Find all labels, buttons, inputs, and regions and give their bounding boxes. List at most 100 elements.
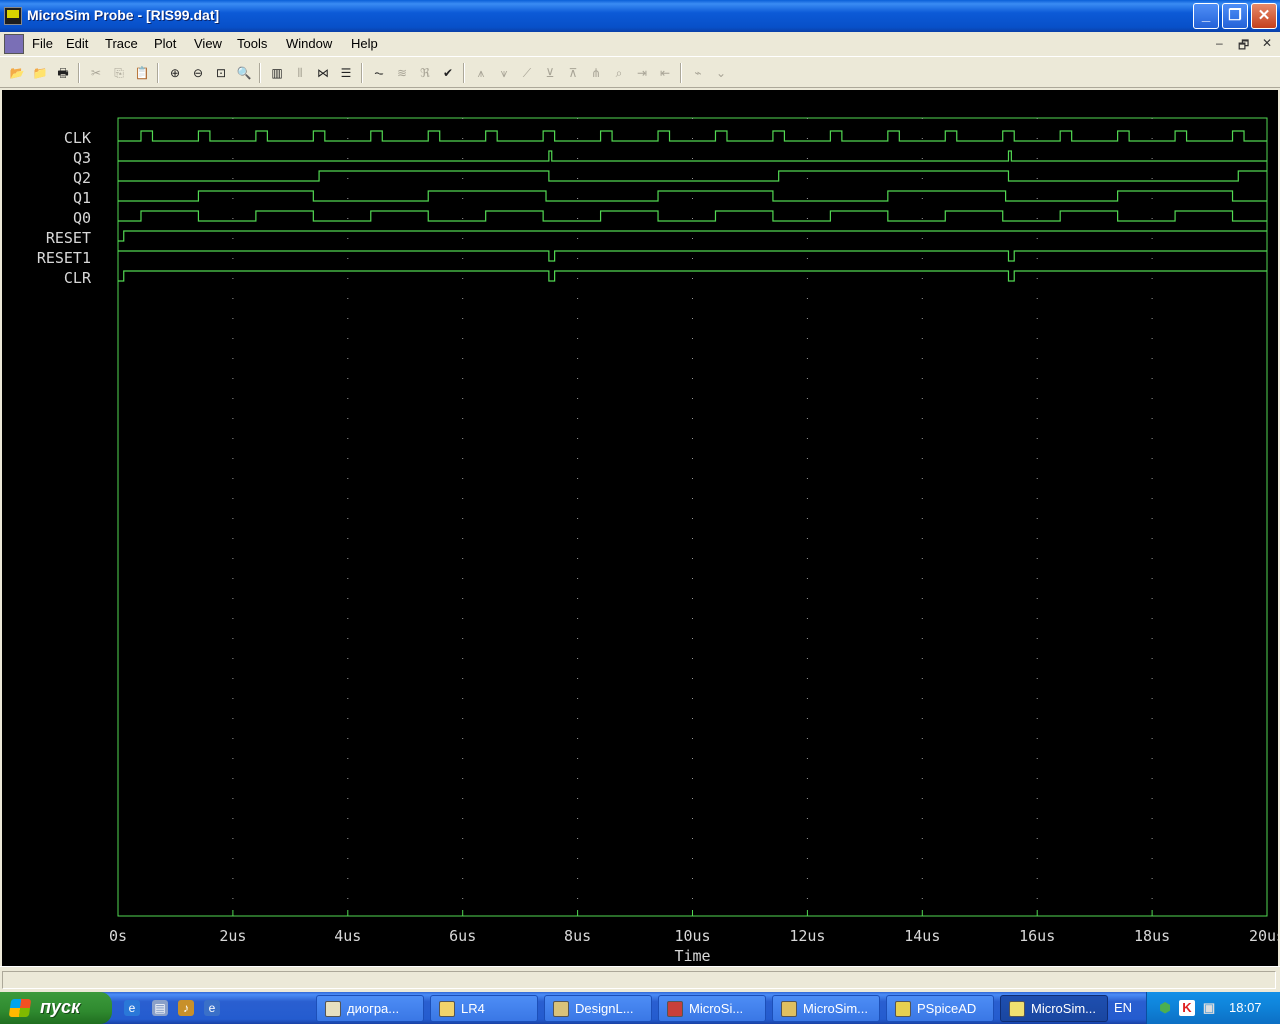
internet-explorer-icon[interactable]: e	[124, 1000, 140, 1016]
maximize-button[interactable]: ❐	[1222, 3, 1248, 29]
menu-view[interactable]: View	[194, 36, 222, 51]
append-file-icon[interactable]: 📁	[29, 63, 51, 83]
network-tray-icon[interactable]: ⬢	[1157, 1000, 1173, 1016]
menu-help[interactable]: Help	[351, 36, 378, 51]
toolbar: 📂 📁 🖶 ✂ ⎘ 📋 ⊕ ⊖ ⊡ 🔍 ▥ ⫴ ⋈ ☰ ⏦ ≋ ℜ ✔ ⩚ ⩛ ⟋ ⊻ ⊼ ⋔ ⌕ ⇥ ⇤ ⌁ ⌄	[0, 56, 1280, 88]
toolbar-separator	[157, 63, 159, 83]
start-button[interactable]: пуск	[0, 992, 112, 1024]
toolbar-separator	[259, 63, 261, 83]
cursor-next-transition-icon[interactable]: ⇥	[631, 63, 653, 83]
paste-icon[interactable]: 📋	[131, 63, 153, 83]
cursor-peak-icon[interactable]: ⩚	[470, 63, 492, 83]
show-desktop-icon[interactable]: ▤	[152, 1000, 168, 1016]
fourier-icon[interactable]: ⫴	[289, 63, 311, 83]
kaspersky-tray-icon[interactable]: K	[1179, 1000, 1195, 1016]
signal-trace	[118, 230, 1267, 242]
print-icon[interactable]: 🖶	[52, 63, 74, 83]
mdi-restore-button[interactable]: 🗗	[1238, 36, 1249, 57]
signal-label: CLR	[64, 269, 92, 287]
axis-settings-icon[interactable]: ☰	[335, 63, 357, 83]
cursor-min-icon[interactable]: ⊻	[539, 63, 561, 83]
taskbar-button-label: DesignL...	[575, 1001, 634, 1016]
probe-app-icon[interactable]	[4, 7, 22, 25]
taskbar-button[interactable]: MicroSim...	[772, 995, 880, 1022]
title-bar[interactable]: MicroSim Probe - [RIS99.dat] _ ❐ ✕	[0, 0, 1280, 32]
status-field	[2, 971, 1276, 989]
system-tray: ⬢ K ▣ 18:07	[1146, 992, 1280, 1024]
media-player-icon[interactable]: ♪	[178, 1000, 194, 1016]
signal-trace	[118, 250, 1267, 262]
taskbar-button[interactable]: MicroSi...	[658, 995, 766, 1022]
taskbar-button[interactable]: PSpiceAD	[886, 995, 994, 1022]
copy-icon[interactable]: ⎘	[108, 63, 130, 83]
mark-data-icon[interactable]: ✔	[437, 63, 459, 83]
monitor-tray-icon[interactable]: ▣	[1201, 1000, 1217, 1016]
x-tick-label: 2us	[219, 927, 246, 945]
menu-window[interactable]: Window	[286, 36, 332, 51]
menu-edit[interactable]: Edit	[66, 36, 88, 51]
cut-icon[interactable]: ✂	[85, 63, 107, 83]
mark-point-icon[interactable]: ⌄	[710, 63, 732, 83]
signal-trace	[118, 270, 1267, 282]
eye-diagram-icon[interactable]: ≋	[391, 63, 413, 83]
mdi-minimize-button[interactable]: –	[1216, 36, 1223, 50]
signal-label: Q2	[73, 169, 91, 187]
menu-plot[interactable]: Plot	[154, 36, 176, 51]
menu-file[interactable]: File	[32, 36, 53, 51]
zoom-area-icon[interactable]: ⊡	[210, 63, 232, 83]
x-tick-label: 12us	[789, 927, 825, 945]
taskbar-button-label: LR4	[461, 1001, 485, 1016]
label-icon[interactable]: ℜ	[414, 63, 436, 83]
taskbar-button-label: MicroSim...	[1031, 1001, 1096, 1016]
x-tick-label: 10us	[674, 927, 710, 945]
menu-tools[interactable]: Tools	[237, 36, 267, 51]
explorer-quicklaunch-icon[interactable]: e	[204, 1000, 220, 1016]
minimize-button[interactable]: _	[1193, 3, 1219, 29]
signal-trace	[118, 130, 1267, 142]
signal-trace	[118, 170, 1267, 182]
taskbar-app-icon	[667, 1001, 683, 1017]
signal-label: Q3	[73, 149, 91, 167]
cursor-search-icon[interactable]: ⌕	[608, 63, 630, 83]
clock: 18:07	[1229, 1000, 1262, 1015]
add-trace-icon[interactable]: ⏦	[368, 63, 390, 83]
cursor-point-icon[interactable]: ⋔	[585, 63, 607, 83]
taskbar: пуск e ▤ ♪ e EN ⬢ K ▣ 18:07 диогра... LR4…	[0, 992, 1280, 1024]
taskbar-button-label: PSpiceAD	[917, 1001, 977, 1016]
performance-icon[interactable]: ⋈	[312, 63, 334, 83]
toolbar-separator	[463, 63, 465, 83]
timing-diagram[interactable]: 0s 2us 4us 6us 8us 10us 12us 14us 16us 18us 20us Ti…	[2, 90, 1278, 966]
signal-label: Q0	[73, 209, 91, 227]
plot-window[interactable]: 0s 2us 4us 6us 8us 10us 12us 14us 16us 18us 20us Ti…	[2, 90, 1278, 966]
cursor-trough-icon[interactable]: ⩛	[493, 63, 515, 83]
signal-trace	[118, 150, 1267, 162]
cursor-slope-icon[interactable]: ⟋	[516, 63, 538, 83]
windows-logo-icon	[8, 999, 32, 1017]
mdi-close-button[interactable]: ✕	[1262, 36, 1272, 50]
taskbar-app-icon	[439, 1001, 455, 1017]
menu-trace[interactable]: Trace	[105, 36, 138, 51]
taskbar-button[interactable]: MicroSim...	[1000, 995, 1108, 1022]
status-bar	[0, 966, 1280, 992]
x-tick-label: 0s	[109, 927, 127, 945]
zoom-in-icon[interactable]: ⊕	[164, 63, 186, 83]
x-tick-label: 6us	[449, 927, 476, 945]
log-x-icon[interactable]: ▥	[266, 63, 288, 83]
open-file-icon[interactable]: 📂	[6, 63, 28, 83]
language-indicator[interactable]: EN	[1114, 1000, 1132, 1015]
taskbar-button[interactable]: LR4	[430, 995, 538, 1022]
taskbar-app-icon	[325, 1001, 341, 1017]
cursor-max-icon[interactable]: ⊼	[562, 63, 584, 83]
plot-frame	[117, 117, 1268, 917]
mark-label-icon[interactable]: ⌁	[687, 63, 709, 83]
zoom-out-icon[interactable]: ⊖	[187, 63, 209, 83]
zoom-fit-icon[interactable]: 🔍	[233, 63, 255, 83]
document-icon[interactable]	[4, 34, 24, 54]
close-button[interactable]: ✕	[1251, 3, 1277, 29]
window-title: MicroSim Probe - [RIS99.dat]	[27, 7, 220, 23]
signal-label: Q1	[73, 189, 91, 207]
toolbar-separator	[361, 63, 363, 83]
taskbar-button[interactable]: диогра...	[316, 995, 424, 1022]
cursor-prev-transition-icon[interactable]: ⇤	[654, 63, 676, 83]
taskbar-button[interactable]: DesignL...	[544, 995, 652, 1022]
